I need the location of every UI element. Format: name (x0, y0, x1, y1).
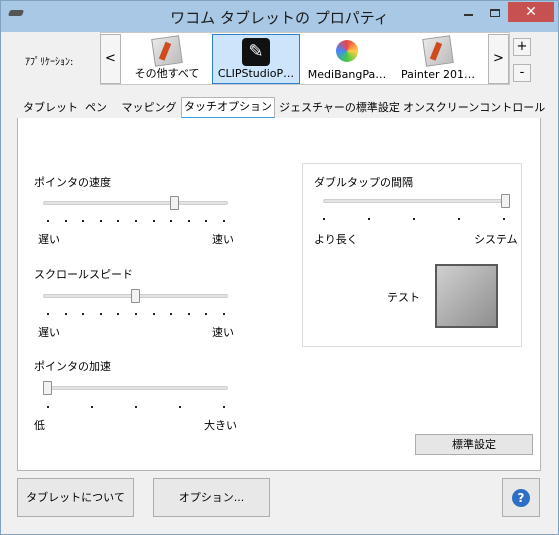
slider-tick (82, 313, 85, 315)
double-tap-max-label: システム (474, 233, 518, 246)
tab-gesture-defaults[interactable]: ジェスチャーの標準設定 (279, 99, 400, 118)
clip-studio-icon: ✎ (242, 38, 270, 66)
slider-tick (205, 313, 208, 315)
add-application-button[interactable]: + (513, 38, 531, 56)
app-item-clip-studio[interactable]: ✎ CLIPStudioP… (212, 34, 300, 84)
close-icon: ✕ (525, 4, 537, 20)
pointer-accel-thumb[interactable] (43, 381, 52, 395)
painter-icon (422, 35, 454, 67)
pointer-accel-slider[interactable] (43, 386, 228, 390)
slider-tick (503, 218, 505, 220)
minimize-icon (463, 13, 473, 16)
app-item-label: CLIPStudioP… (217, 67, 295, 80)
slider-tick (47, 406, 49, 408)
slider-tick (223, 220, 225, 222)
app-item-medibang[interactable]: MediBangPa… (303, 34, 391, 84)
maximize-icon (490, 8, 500, 17)
slider-tick (179, 406, 181, 408)
slider-tick (135, 313, 137, 315)
slider-tick (99, 220, 102, 222)
pointer-speed-min-label: 遅い (38, 233, 60, 246)
slider-tick (368, 218, 370, 220)
scroll-speed-thumb[interactable] (131, 289, 140, 303)
app-item-label: Painter 201… (400, 68, 475, 81)
pointer-speed-thumb[interactable] (169, 196, 179, 210)
pointer-speed-slider[interactable] (43, 201, 228, 205)
slider-tick (117, 220, 120, 222)
close-button[interactable]: ✕ (508, 2, 554, 22)
app-scroll-left-button[interactable]: < (100, 34, 121, 84)
pointer-accel-max-label: 大きい (204, 419, 237, 432)
slider-tick (223, 313, 225, 315)
application-label: ｱﾌﾟﾘｹｰｼｮﾝ: (25, 57, 74, 68)
tab-bar: タブレット ペン マッピング タッチオプション ジェスチャーの標準設定 オンスク… (17, 97, 545, 119)
help-button[interactable]: ? (502, 478, 540, 517)
tab-touch-options[interactable]: タッチオプション (181, 97, 275, 119)
title-bar[interactable]: ワコム タブレットの プロパティ ✕ (1, 1, 558, 32)
pointer-accel-label: ポインタの加速 (34, 360, 111, 373)
double-tap-label: ダブルタップの間隔 (314, 176, 413, 189)
slider-tick (99, 313, 102, 315)
double-tap-min-label: より長く (314, 233, 358, 246)
options-button[interactable]: オプション... (153, 478, 270, 517)
tab-pen[interactable]: ペン (79, 99, 113, 118)
slider-tick (117, 313, 120, 315)
slider-tick (223, 406, 225, 408)
slider-tick (413, 218, 415, 220)
slider-tick (187, 220, 190, 222)
test-label: テスト (387, 291, 420, 304)
slider-tick (135, 406, 137, 408)
tab-tablet[interactable]: タブレット (23, 99, 78, 118)
app-item-label: MediBangPa… (307, 68, 387, 81)
scroll-speed-max-label: 速い (212, 326, 234, 339)
touch-options-panel: ポインタの速度 遅い 速い スクロールスピード 遅い 速い ポインタの加速 低 … (17, 118, 541, 471)
slider-tick (64, 313, 67, 315)
slider-tick (323, 218, 325, 220)
pointer-speed-max-label: 速い (212, 233, 234, 246)
slider-tick (64, 220, 67, 222)
app-item-painter[interactable]: Painter 201… (394, 34, 482, 84)
app-scroll-right-button[interactable]: > (488, 34, 509, 84)
app-item-label: その他すべて (134, 67, 200, 80)
slider-tick (152, 313, 155, 315)
slider-tick (170, 220, 173, 222)
scroll-speed-label: スクロールスピード (34, 268, 133, 281)
tab-mapping[interactable]: マッピング (121, 99, 177, 118)
slider-tick (205, 220, 208, 222)
help-icon: ? (512, 489, 530, 507)
slider-tick (458, 218, 460, 220)
slider-tick (91, 406, 93, 408)
app-item-all-others[interactable]: その他すべて (124, 34, 210, 84)
medibang-icon (336, 40, 358, 62)
minimize-button[interactable] (455, 2, 481, 22)
pointer-accel-min-label: 低 (34, 419, 45, 432)
slider-tick (170, 313, 173, 315)
default-settings-button[interactable]: 標準設定 (415, 434, 533, 455)
scroll-speed-min-label: 遅い (38, 326, 60, 339)
properties-window: ワコム タブレットの プロパティ ✕ ｱﾌﾟﾘｹｰｼｮﾝ: < その他すべて ✎… (0, 0, 559, 535)
slider-tick (82, 220, 85, 222)
slider-tick (135, 220, 137, 222)
double-tap-test-area[interactable] (435, 264, 498, 328)
maximize-button[interactable] (482, 2, 508, 22)
remove-application-button[interactable]: - (513, 64, 531, 82)
tab-onscreen-controls[interactable]: オンスクリーンコントロール (403, 99, 545, 118)
double-tap-thumb[interactable] (501, 194, 510, 208)
slider-tick (47, 220, 49, 222)
double-tap-slider[interactable] (323, 199, 509, 203)
slider-tick (47, 313, 49, 315)
slider-tick (152, 220, 155, 222)
slider-tick (187, 313, 190, 315)
about-tablet-button[interactable]: タブレットについて (17, 478, 134, 517)
app-generic-icon (151, 35, 183, 67)
pointer-speed-label: ポインタの速度 (34, 176, 111, 189)
